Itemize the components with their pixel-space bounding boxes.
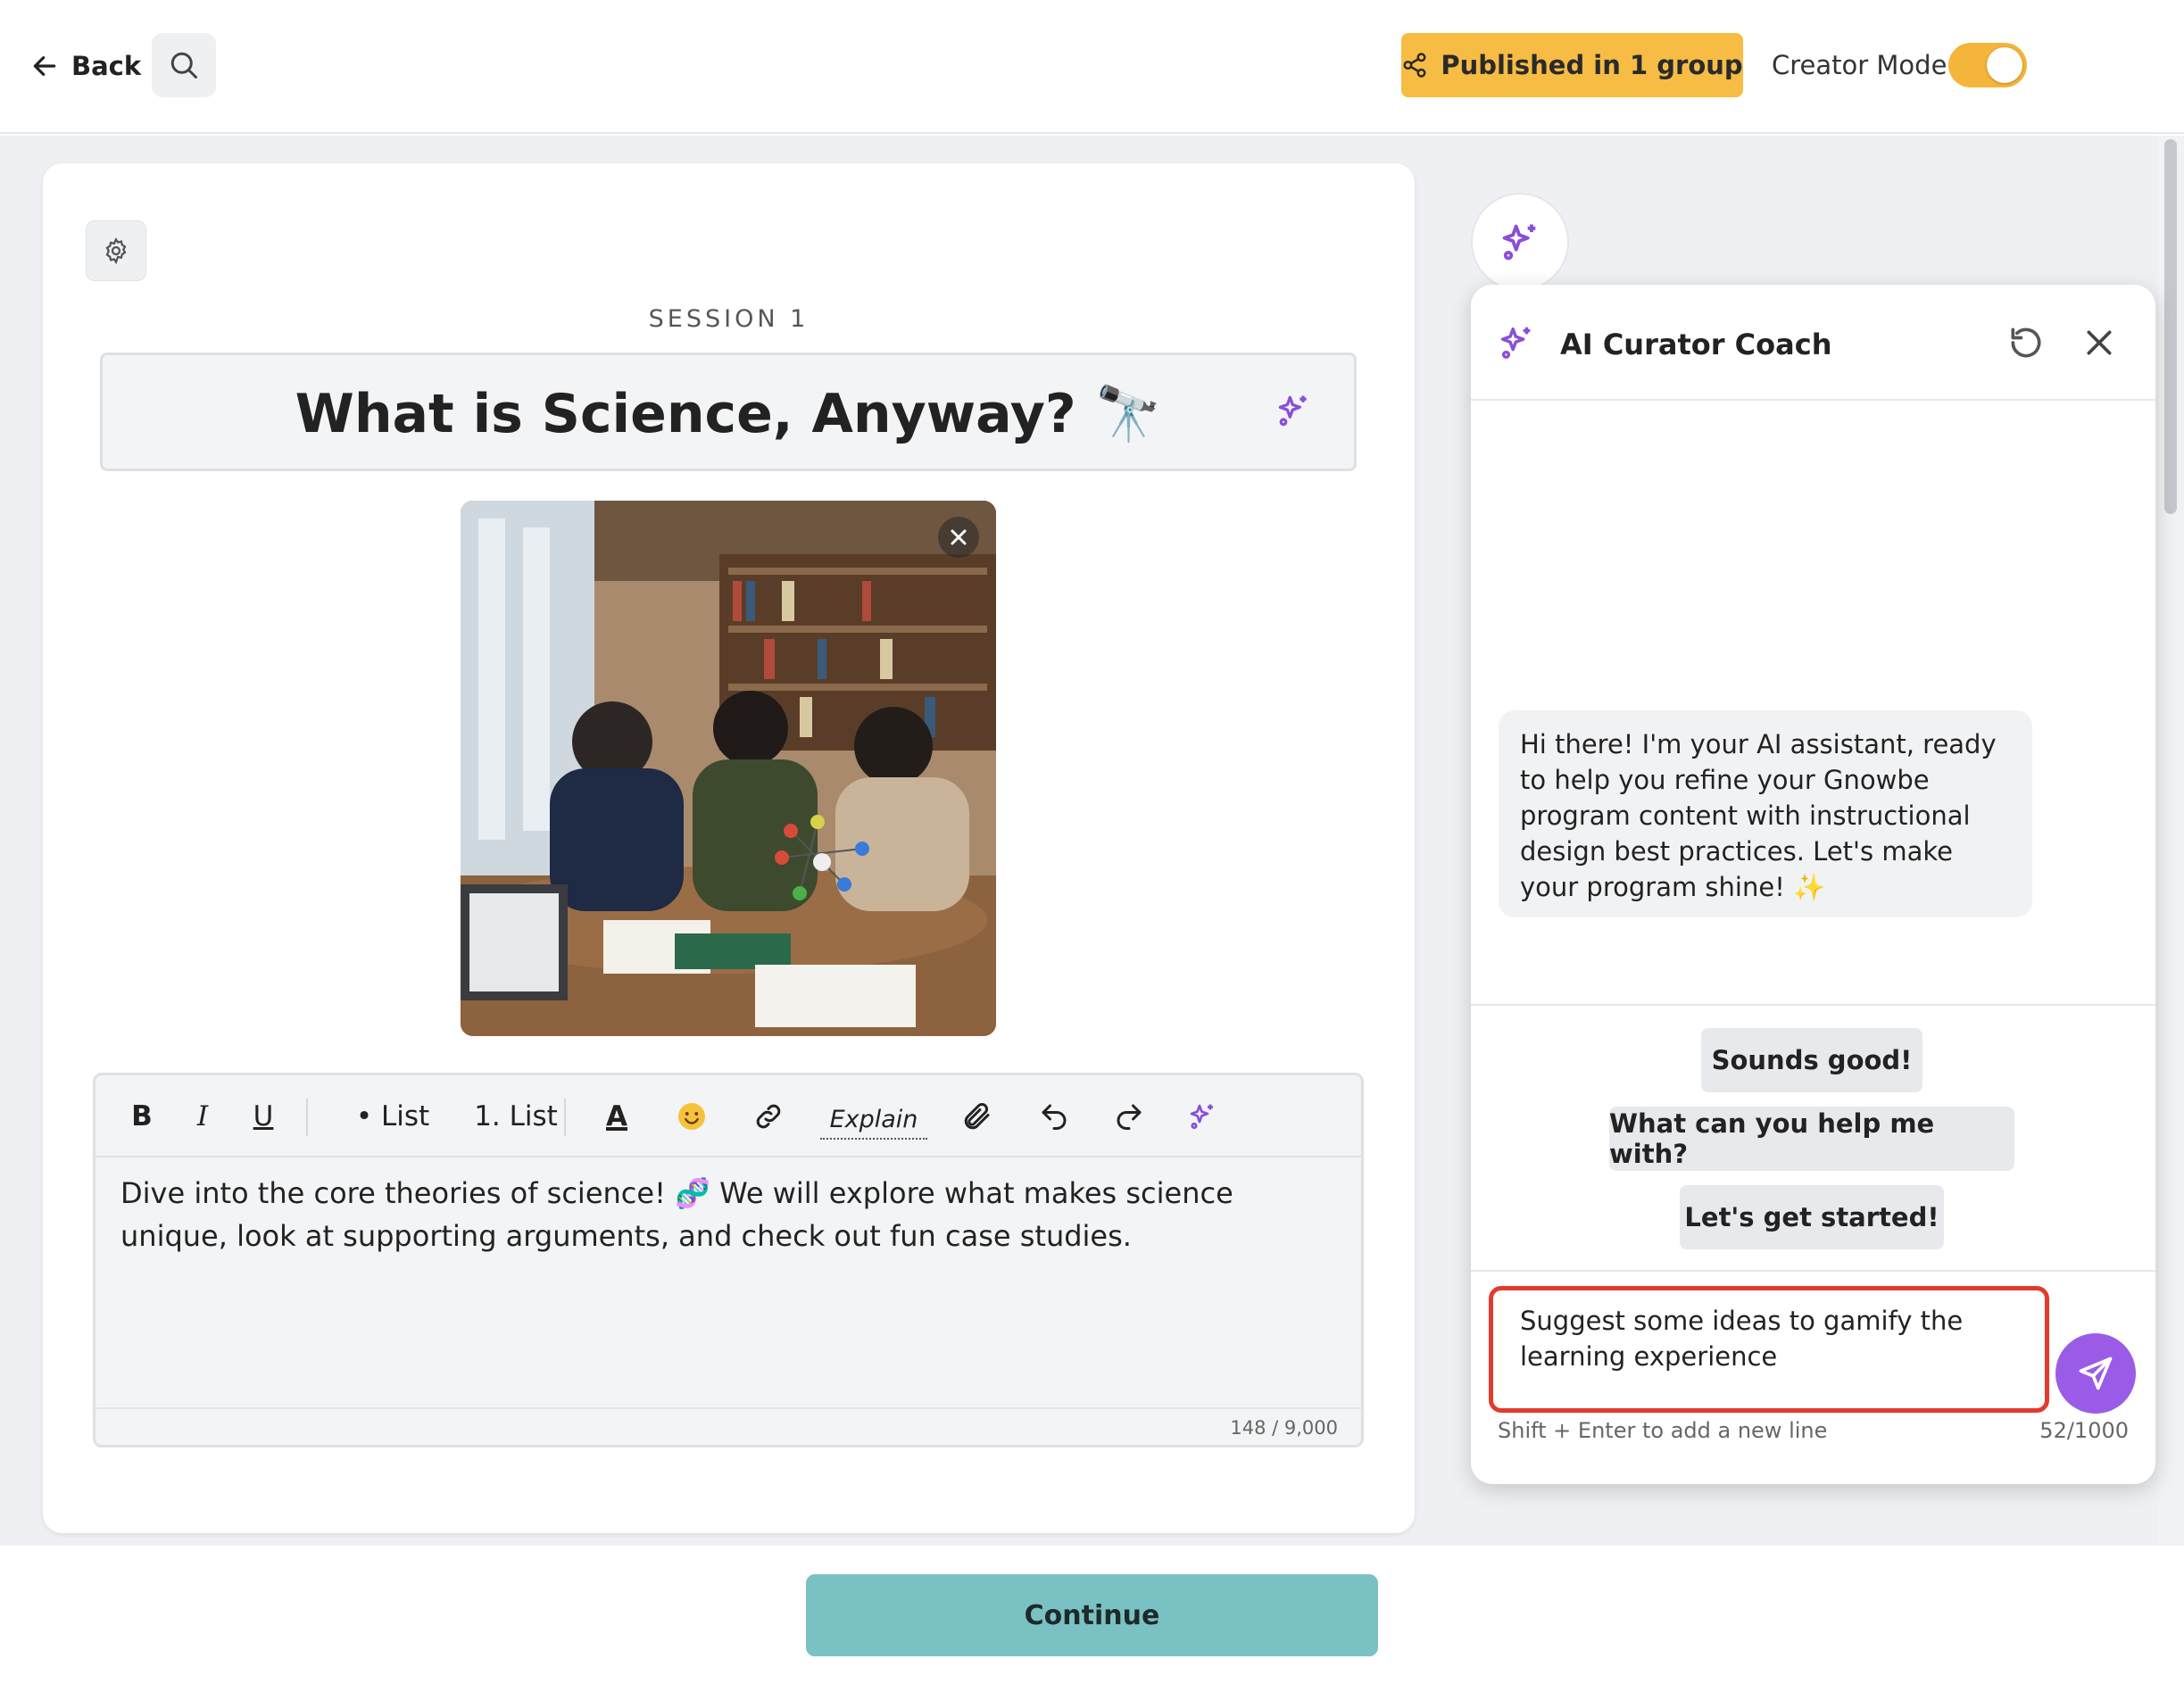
creator-mode-toggle[interactable] [1948,43,2027,87]
close-icon[interactable] [2081,325,2117,361]
search-button[interactable] [152,33,216,97]
refresh-icon[interactable] [2006,323,2046,362]
ai-assist-button[interactable] [1177,1093,1227,1140]
attach-button[interactable] [952,1093,1002,1140]
study-group-illustration [461,501,996,1036]
suggestion-lets-get-started[interactable]: Let's get started! [1680,1185,1944,1249]
coach-header: AI Curator Coach [1471,285,2155,401]
editor-toolbar: B I U • List 1. List A Explain [95,1075,1361,1157]
session-title-field[interactable]: What is Science, Anyway? 🔭 [100,353,1357,471]
underline-button[interactable]: U [244,1093,283,1140]
top-bar: Back Published in 1 group Creator Mode [0,0,2184,134]
bullet-list-button[interactable]: • List [335,1093,451,1140]
sparkle-icon[interactable] [1274,391,1313,430]
undo-button[interactable] [1029,1093,1079,1140]
ai-coach-panel: AI Curator Coach Hi there! I'm your AI a… [1471,285,2155,1484]
back-button[interactable]: Back [30,45,141,87]
undo-icon [1042,1104,1067,1130]
input-hint: Shift + Enter to add a new line [1498,1418,1828,1443]
description-editor: B I U • List 1. List A Explain Dive into… [93,1073,1364,1448]
remove-image-button[interactable] [938,517,979,558]
toggle-knob [1987,47,2022,83]
share-icon [1403,53,1426,78]
character-count: 148 / 9,000 [1230,1417,1338,1439]
session-label: SESSION 1 [648,305,810,333]
explain-button[interactable]: Explain [820,1100,927,1140]
emoji-icon [678,1103,705,1130]
sparkle-icon [1500,327,1531,360]
paperclip-icon [964,1102,990,1130]
arrow-left-icon [33,56,56,76]
link-button[interactable] [743,1093,793,1140]
italic-button[interactable]: I [183,1093,222,1140]
assistant-message: Hi there! I'm your AI assistant, ready t… [1499,710,2032,917]
suggestions-divider [1471,1004,2155,1006]
sparkle-icon [1190,1104,1213,1130]
redo-icon [1117,1104,1142,1130]
published-button[interactable]: Published in 1 group [1401,33,1743,97]
ai-coach-launcher[interactable] [1471,193,1569,291]
description-text[interactable]: Dive into the core theories of science! … [120,1172,1343,1257]
coach-title: AI Curator Coach [1560,328,1832,361]
session-title: What is Science, Anyway? 🔭 [295,383,1162,445]
input-divider [1471,1270,2155,1272]
editor-footer [95,1407,1361,1445]
redo-button[interactable] [1104,1093,1154,1140]
scrollbar-thumb[interactable] [2164,139,2177,514]
coach-message-input[interactable]: Suggest some ideas to gamify the learnin… [1489,1286,2049,1413]
link-icon [756,1104,781,1129]
emoji-button[interactable] [667,1093,717,1140]
numbered-list-button[interactable]: 1. List [449,1093,583,1140]
bold-button[interactable]: B [122,1093,162,1140]
settings-button[interactable] [86,220,146,281]
suggestion-sounds-good[interactable]: Sounds good! [1701,1028,1922,1092]
toolbar-divider [306,1099,308,1136]
session-image [461,501,996,1036]
creator-mode-label: Creator Mode [1772,50,1947,80]
toolbar-divider [564,1099,566,1136]
published-label: Published in 1 group [1441,50,1743,80]
back-label: Back [71,51,142,81]
send-icon [2079,1356,2113,1390]
suggestion-what-can-you-help[interactable]: What can you help me with? [1609,1107,2014,1171]
close-icon [951,529,967,545]
gear-icon [105,237,127,265]
sparkle-icon [1502,224,1536,261]
text-color-button[interactable]: A [592,1093,642,1140]
search-icon [170,52,197,79]
continue-button[interactable]: Continue [806,1574,1378,1656]
send-button[interactable] [2055,1333,2136,1414]
input-char-count: 52/1000 [2039,1418,2129,1443]
